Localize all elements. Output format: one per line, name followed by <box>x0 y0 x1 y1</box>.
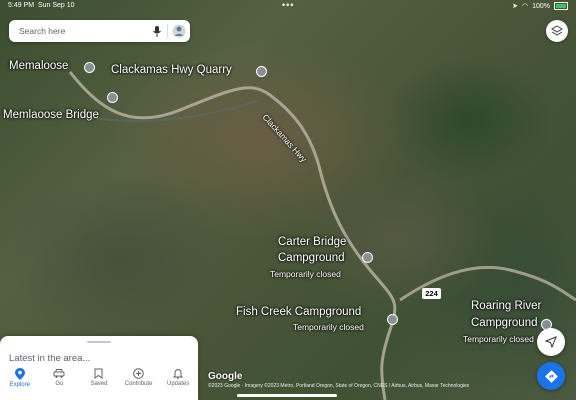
tab-contribute[interactable]: Contribute <box>119 364 159 400</box>
route-shield-224: 224 <box>422 288 441 299</box>
home-indicator[interactable] <box>237 394 337 397</box>
place-label-roaring-line1[interactable]: Roaring River <box>471 300 541 312</box>
layers-button[interactable] <box>546 20 568 42</box>
car-icon <box>53 369 65 378</box>
carter-status: Temporarily closed <box>270 269 341 279</box>
battery-icon <box>554 2 568 10</box>
place-label-fish-creek[interactable]: Fish Creek Campground <box>236 306 361 318</box>
tab-label: Explore <box>9 382 30 388</box>
battery-percent: 100% <box>532 2 550 10</box>
place-label-carter-line2[interactable]: Campground <box>278 252 344 264</box>
location-arrow-icon: ➤ <box>512 3 518 10</box>
tab-go[interactable]: Go <box>40 364 80 400</box>
place-label-roaring-line2[interactable]: Campground <box>471 317 537 329</box>
campground-pin-icon[interactable] <box>387 314 398 325</box>
fish-status: Temporarily closed <box>293 322 364 332</box>
tab-label: Updates <box>166 381 190 387</box>
layers-icon <box>551 25 563 36</box>
account-avatar[interactable] <box>168 24 190 38</box>
directions-icon <box>544 369 558 383</box>
tab-saved[interactable]: Saved <box>79 364 119 400</box>
bell-icon <box>173 368 184 379</box>
tab-label: Saved <box>90 381 108 387</box>
directions-button[interactable] <box>537 362 565 390</box>
google-logo: Google <box>208 371 243 382</box>
place-label-quarry[interactable]: Clackamas Hwy Quarry <box>111 64 232 76</box>
tab-updates[interactable]: Updates <box>158 364 198 400</box>
campground-pin-icon[interactable] <box>362 252 373 263</box>
place-label-memaloose[interactable]: Memaloose <box>9 60 68 72</box>
bottom-tab-bar: Explore Go Saved Contribute Updates <box>0 364 198 400</box>
sheet-drag-handle[interactable] <box>87 341 111 343</box>
navigation-arrow-icon <box>545 336 557 348</box>
my-location-button[interactable] <box>537 328 565 356</box>
place-label-carter-line1[interactable]: Carter Bridge <box>278 236 346 248</box>
bridge-pin-icon[interactable] <box>107 92 118 103</box>
place-pin-icon[interactable] <box>256 66 267 77</box>
multitasking-dots-icon[interactable]: ••• <box>282 0 294 10</box>
wifi-icon: ◠ <box>521 3 529 10</box>
microphone-icon[interactable] <box>147 25 167 37</box>
roaring-status: Temporarily closed <box>463 334 534 344</box>
tab-label: Go <box>55 381 64 387</box>
plus-circle-icon <box>133 368 144 379</box>
tab-explore[interactable]: Explore <box>0 364 40 400</box>
explore-pin-icon <box>14 368 25 380</box>
status-time-date: 5:49 PM Sun Sep 10 <box>8 2 75 9</box>
search-input[interactable]: Search here <box>19 26 147 36</box>
place-label-bridge[interactable]: Memlaoose Bridge <box>3 109 99 121</box>
place-pin-icon[interactable] <box>84 62 95 73</box>
search-bar[interactable]: Search here <box>9 20 190 42</box>
map-attribution[interactable]: ©2023 Google · Imagery ©2023 Metro, Port… <box>208 383 469 389</box>
latest-in-area[interactable]: Latest in the area... <box>9 353 90 364</box>
tab-label: Contribute <box>124 381 153 387</box>
status-bar: 5:49 PM Sun Sep 10 ••• ➤ ◠ 100% <box>0 0 576 12</box>
bookmark-icon <box>94 368 103 379</box>
